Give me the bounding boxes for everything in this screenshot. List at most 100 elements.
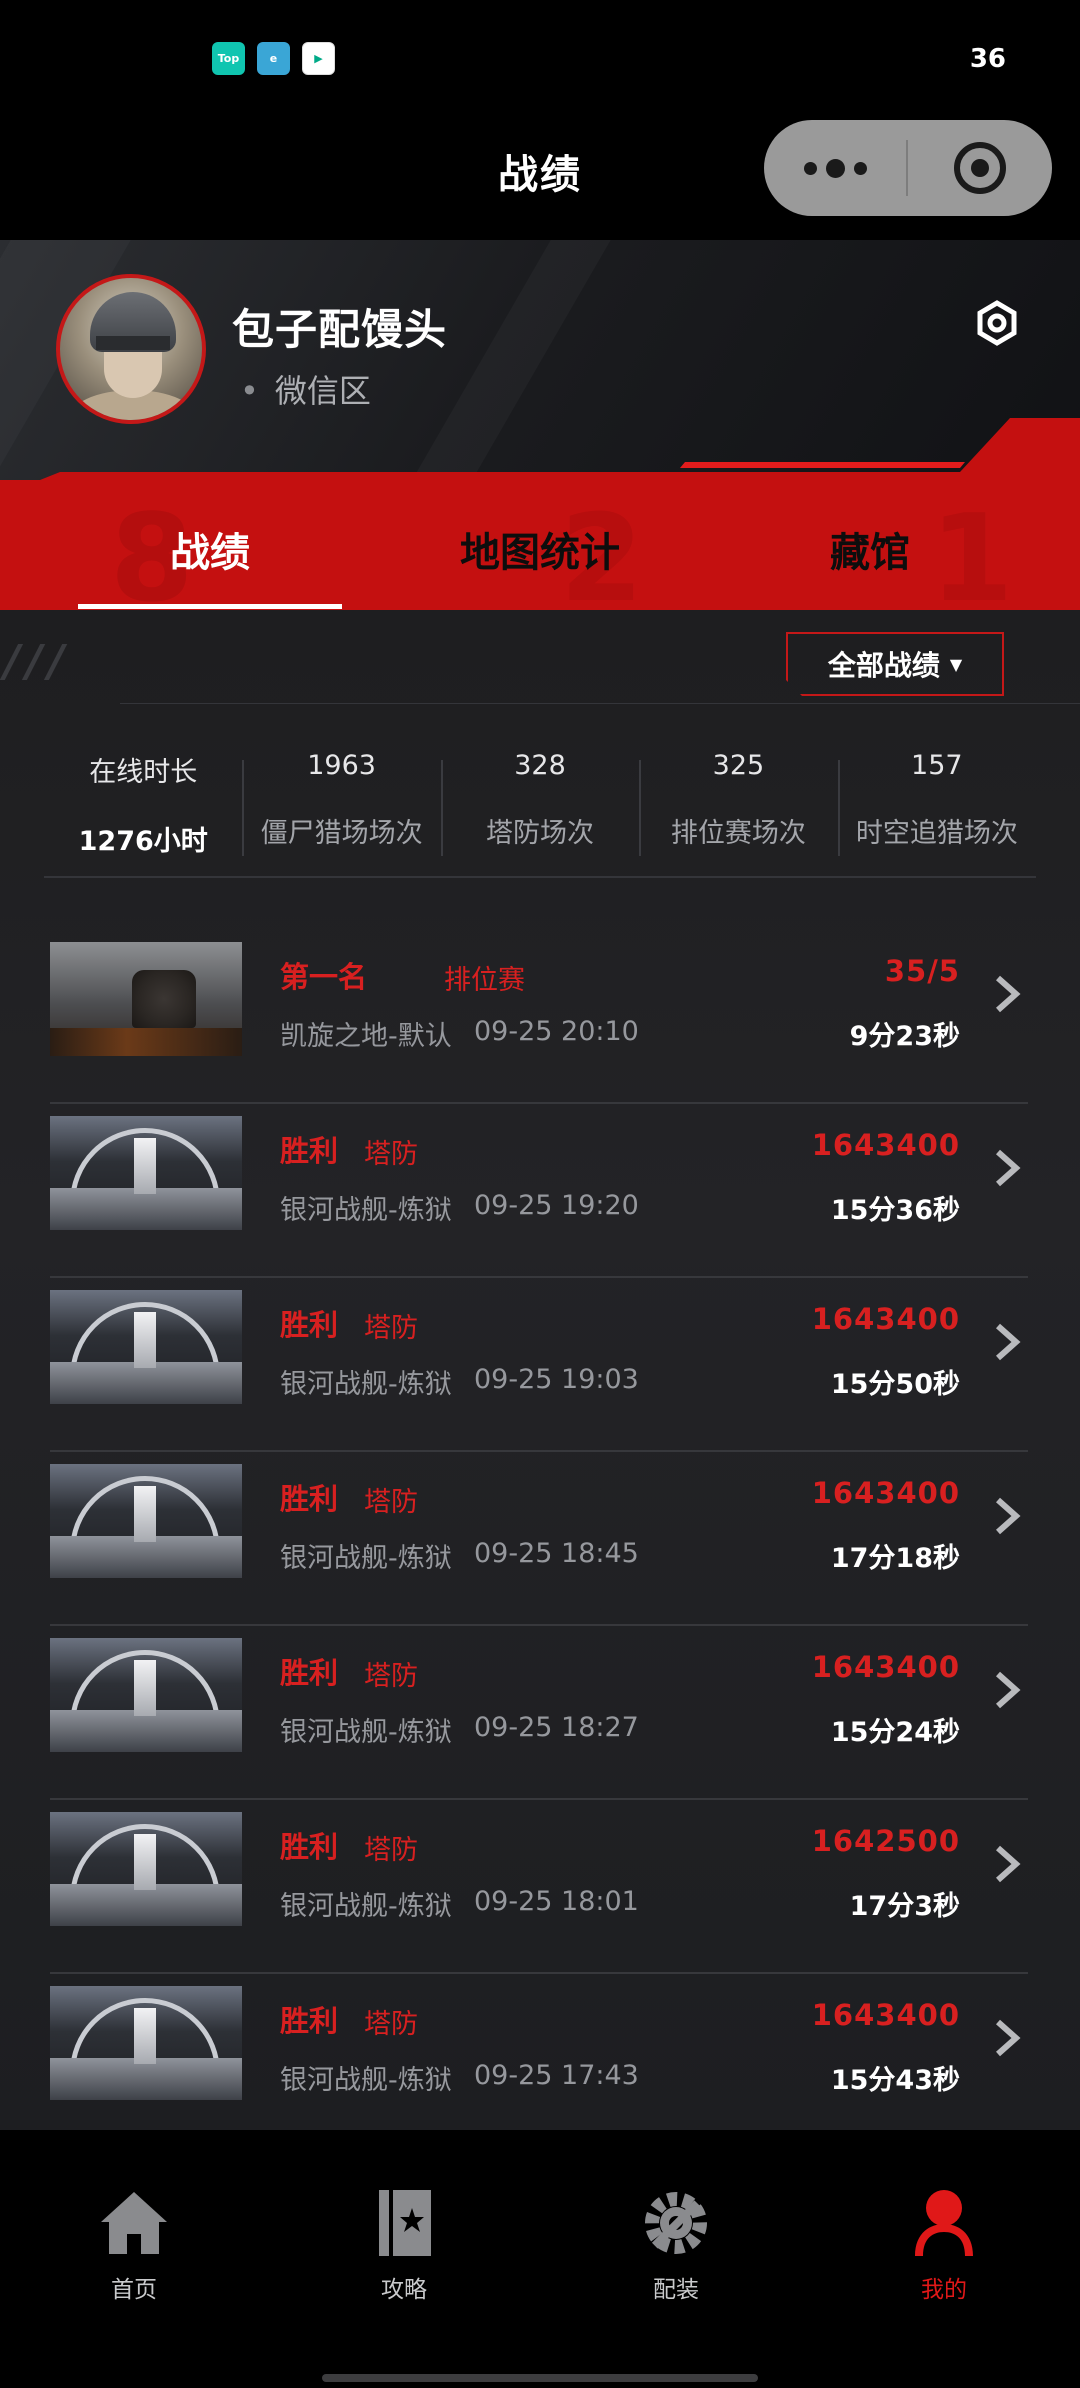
record-row[interactable]: 胜利 塔防 银河战舰-炼狱 09-25 17:43 1643400 15分43秒 (50, 1974, 1028, 2130)
e-app-icon: e (257, 42, 290, 75)
match-result: 胜利 (280, 1134, 339, 1168)
match-result: 第一名 (280, 960, 368, 994)
match-time: 09-25 17:43 (474, 2060, 639, 2091)
status-app-icons: Top e ▶ (212, 42, 335, 75)
divider (44, 876, 1036, 878)
match-duration: 17分3秒 (849, 1891, 960, 1922)
records-panel: /// 全部战绩 ▼ 在线时长 1276小时 1963 僵尸猎场场次 328 塔… (0, 610, 1080, 2130)
map-name: 银河战舰-炼狱 (280, 1369, 452, 1400)
tab-map-stats[interactable]: 地图统计 (398, 520, 682, 578)
avatar[interactable] (56, 274, 206, 424)
match-result: 胜利 (280, 1656, 339, 1690)
map-thumbnail (50, 1986, 242, 2100)
mini-program-header: 战绩 (0, 118, 1080, 240)
match-result: 胜利 (280, 2004, 339, 2038)
map-name: 银河战舰-炼狱 (280, 2065, 452, 2096)
match-mode: 排位赛 (444, 965, 525, 996)
record-row[interactable]: 胜利 塔防 银河战舰-炼狱 09-25 19:20 1643400 15分36秒 (50, 1104, 1028, 1278)
tab-collection[interactable]: 藏馆 (740, 520, 1000, 578)
stat-label: 在线时长 (89, 757, 198, 788)
nav-label: 首页 (111, 2277, 157, 2303)
stat-value: 1963 (307, 750, 376, 781)
chevron-right-icon (996, 1149, 1021, 1187)
stat-value: 325 (712, 750, 765, 781)
home-indicator (322, 2374, 758, 2382)
record-row[interactable]: 胜利 塔防银河战舰-炼狱 09-25 18:27 1643400 15分24秒 (50, 1626, 1028, 1800)
gear-wrench-icon (645, 2192, 707, 2254)
match-score: 1643400 (811, 1128, 960, 1162)
match-mode: 塔防 (364, 1661, 418, 1692)
match-mode: 塔防 (364, 1487, 418, 1518)
play-app-icon: ▶ (302, 42, 335, 75)
match-duration: 17分18秒 (830, 1543, 960, 1574)
match-result: 胜利 (280, 1482, 339, 1516)
chevron-right-icon (996, 1845, 1021, 1883)
stat-label: 僵尸猎场场次 (260, 818, 423, 849)
record-row[interactable]: 胜利 塔防 银河战舰-炼狱 09-25 18:01 1642500 17分3秒 (50, 1800, 1028, 1974)
nav-mine[interactable]: 我的 (874, 2188, 1014, 2304)
stat-label: 排位赛场次 (670, 818, 806, 849)
match-mode: 塔防 (364, 1139, 418, 1170)
record-row[interactable]: 胜利 塔防银河战舰-炼狱 09-25 18:45 1643400 17分18秒 (50, 1452, 1028, 1626)
map-thumbnail (50, 1812, 242, 1926)
record-row[interactable]: 第一名 排位赛凯旋之地-默认 09-25 20:10 35/5 9分23秒 (50, 930, 1028, 1104)
match-duration: 15分50秒 (830, 1369, 960, 1400)
chevron-right-icon (996, 2019, 1021, 2057)
match-score: 1643400 (811, 1302, 960, 1336)
nav-label: 配装 (653, 2277, 699, 2303)
record-row[interactable]: 胜利 塔防 银河战舰-炼狱 09-25 19:03 1643400 15分50秒 (50, 1278, 1028, 1452)
map-name: 银河战舰-炼狱 (280, 1543, 452, 1574)
match-duration: 15分24秒 (830, 1717, 960, 1748)
match-time: 09-25 18:27 (474, 1712, 639, 1743)
match-mode: 塔防 (364, 1835, 418, 1866)
map-thumbnail (50, 1638, 242, 1752)
stat-label: 时空追猎场次 (855, 818, 1018, 849)
stat-value: 1276小时 (78, 826, 208, 857)
nav-loadout[interactable]: 配装 (606, 2188, 746, 2304)
user-name: 包子配馒头 (232, 305, 448, 354)
status-bar: Top e ▶ 36 (0, 0, 1080, 118)
map-name: 银河战舰-炼狱 (280, 1717, 452, 1748)
match-score: 35/5 (884, 954, 960, 988)
map-name: 凯旋之地-默认 (280, 1021, 452, 1052)
chevron-right-icon (996, 975, 1021, 1013)
match-score: 1642500 (811, 1824, 960, 1858)
nav-guide[interactable]: 攻略 (334, 2188, 474, 2304)
tab-records[interactable]: 战绩 (78, 520, 342, 578)
more-dots-icon[interactable] (764, 120, 906, 216)
map-name: 银河战舰-炼狱 (280, 1195, 452, 1226)
match-score: 1643400 (811, 1650, 960, 1684)
map-thumbnail (50, 1116, 242, 1230)
match-mode: 塔防 (364, 1313, 418, 1344)
map-thumbnail (50, 1464, 242, 1578)
map-thumbnail (50, 1290, 242, 1404)
match-time: 09-25 18:01 (474, 1886, 639, 1917)
chevron-right-icon (996, 1497, 1021, 1535)
match-time: 09-25 19:03 (474, 1364, 639, 1395)
bottom-nav: 首页 攻略 配装 我的 (0, 2130, 1080, 2388)
chevron-right-icon (996, 1323, 1021, 1361)
match-mode: 塔防 (364, 2009, 418, 2040)
match-duration: 15分36秒 (830, 1195, 960, 1226)
top-app-icon: Top (212, 42, 245, 75)
stat-value: 157 (911, 750, 963, 781)
match-time: 09-25 20:10 (474, 1016, 639, 1047)
match-time: 09-25 18:45 (474, 1538, 639, 1569)
hexagon-settings-icon[interactable] (974, 300, 1020, 346)
match-score: 1643400 (811, 1998, 960, 2032)
user-icon (915, 2190, 973, 2256)
nav-home[interactable]: 首页 (64, 2188, 204, 2304)
target-close-icon[interactable] (908, 142, 1052, 194)
stat-tower-defense: 328 塔防场次 (440, 746, 639, 876)
stats-row: 在线时长 1276小时 1963 僵尸猎场场次 328 塔防场次 325 排位赛… (44, 746, 1036, 876)
capsule-menu (764, 120, 1052, 216)
map-name: 银河战舰-炼狱 (280, 1891, 452, 1922)
match-score: 1643400 (811, 1476, 960, 1510)
stat-ranked: 325 排位赛场次 (639, 746, 837, 876)
map-thumbnail (50, 942, 242, 1056)
filter-dropdown[interactable]: 全部战绩 ▼ (786, 632, 1004, 696)
stat-online-time: 在线时长 1276小时 (44, 746, 242, 876)
match-duration: 9分23秒 (849, 1021, 960, 1052)
guide-book-icon (379, 2190, 431, 2256)
home-icon (101, 2192, 167, 2254)
